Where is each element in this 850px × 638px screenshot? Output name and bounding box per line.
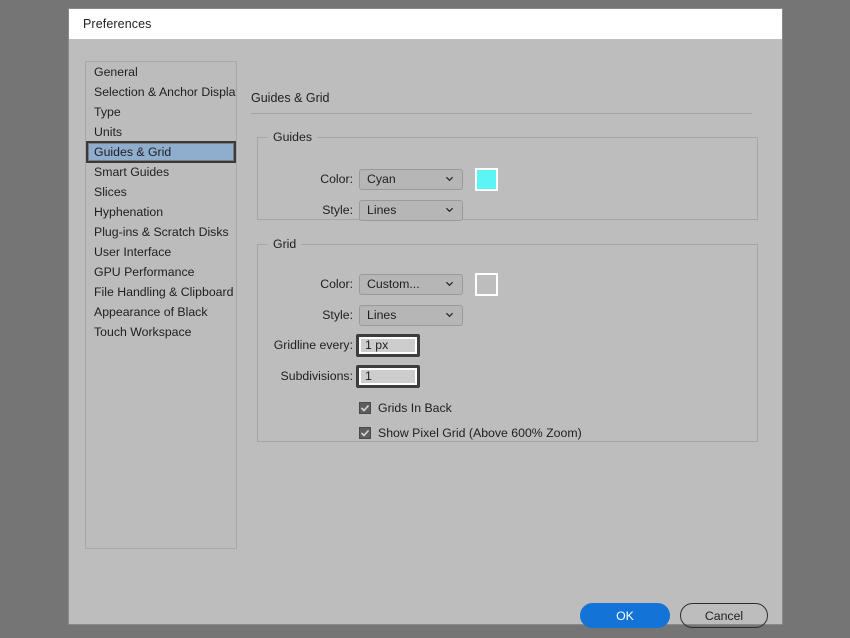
sidebar-item-smart-guides[interactable]: Smart Guides (86, 162, 236, 182)
show-pixel-grid-checkbox[interactable]: Show Pixel Grid (Above 600% Zoom) (359, 426, 582, 440)
preferences-category-list[interactable]: General Selection & Anchor Display Type Uni… (85, 61, 237, 549)
sidebar-item-label: Hyphenation (94, 205, 163, 219)
gridline-every-value: 1 px (359, 337, 417, 354)
dialog-titlebar: Preferences (69, 9, 782, 39)
title-divider (251, 113, 752, 114)
sidebar-item-label: Plug-ins & Scratch Disks (94, 225, 229, 239)
sidebar-item-type[interactable]: Type (86, 102, 236, 122)
sidebar-item-gpu-performance[interactable]: GPU Performance (86, 262, 236, 282)
grid-color-dropdown[interactable]: Custom... (359, 274, 463, 295)
sidebar-item-label: Touch Workspace (94, 325, 192, 339)
dialog-title: Preferences (83, 17, 152, 31)
page-title: Guides & Grid (251, 91, 330, 105)
guides-color-value: Cyan (367, 172, 396, 186)
sidebar-item-label: Smart Guides (94, 165, 169, 179)
sidebar-item-label: File Handling & Clipboard (94, 285, 233, 299)
gridline-every-input[interactable]: 1 px (356, 334, 420, 357)
sidebar-item-appearance-of-black[interactable]: Appearance of Black (86, 302, 236, 322)
chevron-down-icon (445, 279, 454, 288)
grid-style-label: Style: (258, 308, 353, 322)
grids-in-back-checkbox[interactable]: Grids In Back (359, 401, 452, 415)
sidebar-item-label: Units (94, 125, 122, 139)
show-pixel-grid-label: Show Pixel Grid (Above 600% Zoom) (378, 426, 582, 440)
guides-style-dropdown[interactable]: Lines (359, 200, 463, 221)
sidebar-item-label: Slices (94, 185, 127, 199)
guides-group: Guides Color: Cyan Style: Lines (257, 130, 758, 220)
preferences-dialog: Preferences General Selection & Anchor Di… (68, 8, 783, 625)
sidebar-item-label: Type (94, 105, 121, 119)
sidebar-item-label: Appearance of Black (94, 305, 207, 319)
grid-group: Grid Color: Custom... Style: Lines (257, 237, 758, 442)
chevron-down-icon (445, 205, 454, 214)
sidebar-item-label: General (94, 65, 138, 79)
sidebar-item-slices[interactable]: Slices (86, 182, 236, 202)
sidebar-item-guides-grid[interactable]: Guides & Grid (86, 141, 236, 163)
sidebar-item-label: Guides & Grid (94, 145, 171, 159)
chevron-down-icon (445, 310, 454, 319)
grid-style-dropdown[interactable]: Lines (359, 305, 463, 326)
sidebar-item-label: GPU Performance (94, 265, 194, 279)
subdivisions-input[interactable]: 1 (356, 365, 420, 388)
sidebar-item-general[interactable]: General (86, 62, 236, 82)
cancel-button[interactable]: Cancel (680, 603, 768, 628)
guides-style-label: Style: (258, 203, 353, 217)
guides-style-value: Lines (367, 203, 396, 217)
subdivisions-label: Subdivisions: (258, 369, 353, 383)
sidebar-item-file-handling-clipboard[interactable]: File Handling & Clipboard (86, 282, 236, 302)
guides-group-legend: Guides (268, 130, 317, 144)
grids-in-back-label: Grids In Back (378, 401, 452, 415)
sidebar-item-label: User Interface (94, 245, 171, 259)
grid-color-value: Custom... (367, 277, 420, 291)
subdivisions-value: 1 (359, 368, 417, 385)
grid-group-legend: Grid (268, 237, 301, 251)
sidebar-item-touch-workspace[interactable]: Touch Workspace (86, 322, 236, 342)
grid-color-label: Color: (258, 277, 353, 291)
grid-color-swatch[interactable] (475, 273, 498, 296)
sidebar-item-label: Selection & Anchor Display (94, 85, 237, 99)
dialog-body: General Selection & Anchor Display Type Uni… (69, 39, 782, 626)
sidebar-item-selection-anchor-display[interactable]: Selection & Anchor Display (86, 82, 236, 102)
guides-color-swatch[interactable] (475, 168, 498, 191)
sidebar-item-plug-ins-scratch-disks[interactable]: Plug-ins & Scratch Disks (86, 222, 236, 242)
sidebar-item-user-interface[interactable]: User Interface (86, 242, 236, 262)
checkbox-checked-icon (359, 427, 371, 439)
sidebar-item-hyphenation[interactable]: Hyphenation (86, 202, 236, 222)
checkbox-checked-icon (359, 402, 371, 414)
gridline-every-label: Gridline every: (258, 338, 353, 352)
chevron-down-icon (445, 174, 454, 183)
sidebar-item-units[interactable]: Units (86, 122, 236, 142)
ok-button[interactable]: OK (580, 603, 670, 628)
guides-color-dropdown[interactable]: Cyan (359, 169, 463, 190)
grid-style-value: Lines (367, 308, 396, 322)
guides-color-label: Color: (258, 172, 353, 186)
